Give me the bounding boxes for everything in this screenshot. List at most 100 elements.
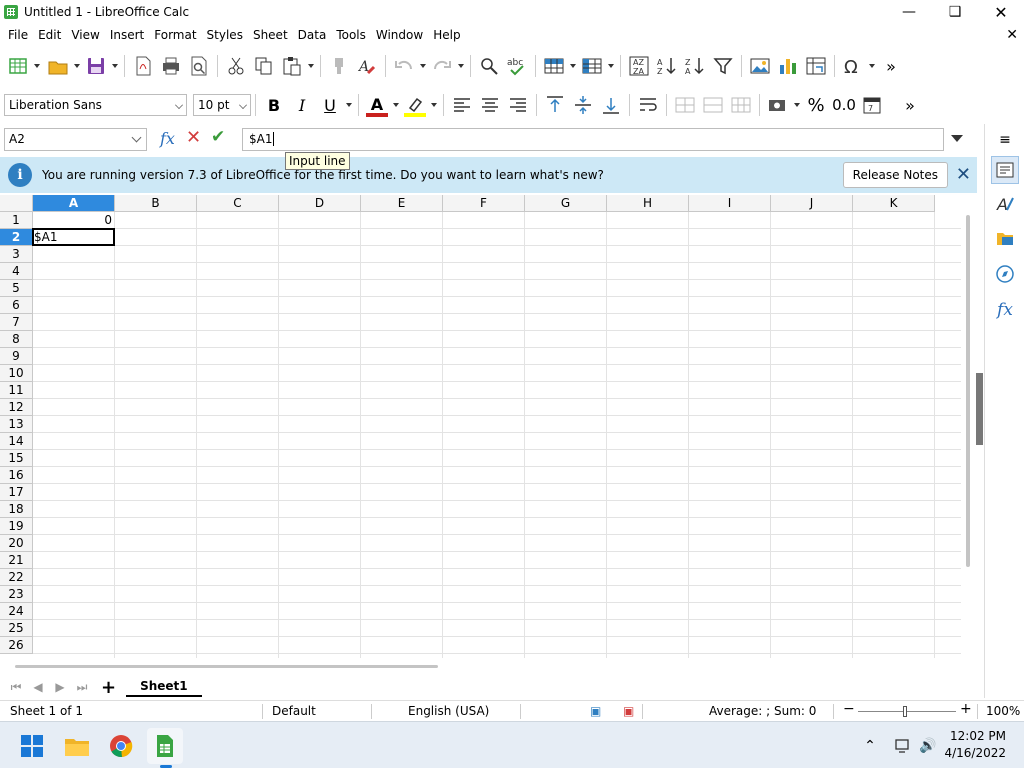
close-document-icon[interactable]: ✕ [1006,24,1018,46]
font-color-button[interactable]: A [363,91,391,119]
open-icon[interactable] [44,52,72,80]
highlight-color-button[interactable] [401,91,429,119]
chevron-up-icon[interactable]: ⌃ [860,728,880,764]
column-header-b[interactable]: B [115,195,197,212]
row-header-12[interactable]: 12 [0,399,33,416]
sidebar-collapse-grip[interactable] [976,373,983,445]
find-replace-icon[interactable] [475,52,503,80]
row-header-2[interactable]: 2 [0,229,33,246]
underline-button[interactable]: U [316,91,344,119]
properties-icon[interactable] [991,156,1019,184]
row-header-5[interactable]: 5 [0,280,33,297]
input-line[interactable]: $A1 [242,128,944,151]
open-dropdown[interactable] [72,52,82,80]
clone-formatting-icon[interactable] [325,52,353,80]
column-header-k[interactable]: K [853,195,935,212]
menu-window[interactable]: Window [371,24,428,46]
row-header-18[interactable]: 18 [0,501,33,518]
styles-icon[interactable]: A [991,190,1019,218]
spelling-icon[interactable]: abc [503,52,531,80]
functions-icon[interactable]: fx [991,296,1019,324]
column-dropdown[interactable] [606,52,616,80]
font-size-box[interactable]: 10 pt [193,94,251,116]
row-header-19[interactable]: 19 [0,518,33,535]
redo-dropdown[interactable] [456,52,466,80]
number-format-button[interactable]: 0.0 [830,91,858,119]
column-header-c[interactable]: C [197,195,279,212]
merge-cells-icon[interactable] [699,91,727,119]
column-header-i[interactable]: I [689,195,771,212]
release-notes-button[interactable]: Release Notes [842,162,948,188]
currency-dropdown[interactable] [792,91,802,119]
network-icon[interactable] [892,728,914,764]
row-header-14[interactable]: 14 [0,433,33,450]
sort-descending-icon[interactable]: ZA [681,52,709,80]
volume-icon[interactable]: 🔊 [917,728,939,764]
selection-summary[interactable]: Average: ; Sum: 0 [709,704,816,718]
print-icon[interactable] [157,52,185,80]
horizontal-scroll-thumb[interactable] [15,665,438,668]
row-header-21[interactable]: 21 [0,552,33,569]
menu-format[interactable]: Format [149,24,201,46]
column-header-e[interactable]: E [361,195,443,212]
font-color-dropdown[interactable] [391,91,401,119]
column-header-a[interactable]: A [33,195,115,212]
menu-data[interactable]: Data [293,24,332,46]
horizontal-scrollbar[interactable] [0,658,977,674]
row-header-9[interactable]: 9 [0,348,33,365]
tab-sheet1[interactable]: Sheet1 [126,677,202,697]
gallery-icon[interactable] [991,224,1019,252]
page-style[interactable]: Default [272,704,316,718]
clear-formatting-icon[interactable]: A [353,52,381,80]
insert-chart-icon[interactable] [774,52,802,80]
menu-edit[interactable]: Edit [33,24,66,46]
row-header-23[interactable]: 23 [0,586,33,603]
spreadsheet-grid[interactable]: A B C D E F G H I J K 1 2 3 4 5 6 7 8 9 10 11 12 13 14 15 16 17 18 19… [0,195,961,658]
sort-ascending-icon[interactable]: AZ [653,52,681,80]
center-vertically-icon[interactable] [569,91,597,119]
cell-a1[interactable]: 0 [33,212,112,229]
date-format-icon[interactable]: 7 [858,91,886,119]
align-right-icon[interactable] [504,91,532,119]
column-header-d[interactable]: D [279,195,361,212]
merge-center-icon[interactable] [671,91,699,119]
first-sheet-icon[interactable]: ⏮ [5,680,27,695]
sidebar-menu-icon[interactable]: ≡ [991,126,1019,154]
libreoffice-calc-taskbar-icon[interactable] [147,728,183,764]
cut-icon[interactable] [222,52,250,80]
new-dropdown[interactable] [32,52,42,80]
vertical-scroll-thumb[interactable] [966,215,970,567]
row-header-4[interactable]: 4 [0,263,33,280]
sort-icon[interactable]: AZ ZA [625,52,653,80]
menu-view[interactable]: View [66,24,104,46]
special-character-icon[interactable]: Ω [839,52,867,80]
next-sheet-icon[interactable]: ▶ [49,680,71,694]
align-left-icon[interactable] [448,91,476,119]
row-header-16[interactable]: 16 [0,467,33,484]
vertical-scrollbar[interactable] [961,195,983,658]
row-header-8[interactable]: 8 [0,331,33,348]
cancel-icon[interactable]: ✕ [186,127,201,148]
row-header-1[interactable]: 1 [0,212,33,229]
menu-tools[interactable]: Tools [331,24,371,46]
more-toolbar-icon[interactable]: » [877,52,905,80]
currency-format-icon[interactable] [764,91,792,119]
system-clock[interactable]: 12:02 PM 4/16/2022 [944,728,1006,762]
row-header-15[interactable]: 15 [0,450,33,467]
add-sheet-button[interactable]: + [101,677,116,698]
export-pdf-icon[interactable] [129,52,157,80]
row-header-3[interactable]: 3 [0,246,33,263]
zoom-out-icon[interactable]: − [843,701,855,717]
row-dropdown[interactable] [568,52,578,80]
paste-dropdown[interactable] [306,52,316,80]
undo-dropdown[interactable] [418,52,428,80]
paste-icon[interactable] [278,52,306,80]
column-header-j[interactable]: J [771,195,853,212]
highlight-color-dropdown[interactable] [429,91,439,119]
row-header-22[interactable]: 22 [0,569,33,586]
language[interactable]: English (USA) [408,704,489,718]
expand-formula-bar-icon[interactable] [951,135,963,142]
underline-dropdown[interactable] [344,91,354,119]
row-header-24[interactable]: 24 [0,603,33,620]
menu-styles[interactable]: Styles [202,24,248,46]
